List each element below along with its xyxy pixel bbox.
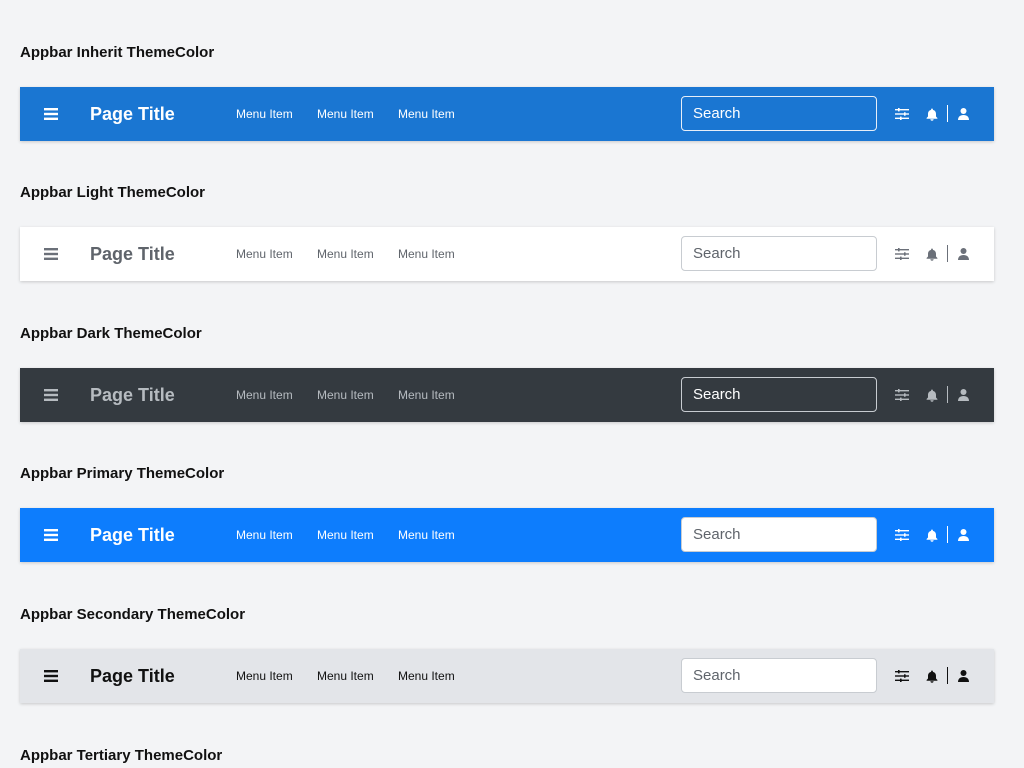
user-icon[interactable]: [954, 245, 972, 263]
menu-item-1[interactable]: Menu Item: [236, 649, 293, 703]
hamburger-menu-icon[interactable]: [40, 383, 62, 407]
user-icon[interactable]: [954, 386, 972, 404]
section-heading-inherit: Appbar Inherit ThemeColor: [20, 44, 215, 61]
toolbar-divider: [947, 245, 948, 262]
page-title: Page Title: [90, 525, 175, 545]
user-icon[interactable]: [954, 105, 972, 123]
appbar-primary: Page Title Menu Item Menu Item Menu Item: [20, 508, 994, 562]
section-heading-secondary: Appbar Secondary ThemeColor: [20, 606, 246, 623]
menu-item-3[interactable]: Menu Item: [398, 87, 455, 141]
toolbar-divider: [947, 105, 948, 122]
menu-item-1[interactable]: Menu Item: [236, 87, 293, 141]
sliders-filter-icon[interactable]: [893, 386, 911, 404]
search-input[interactable]: [681, 517, 877, 552]
menu-item-3[interactable]: Menu Item: [398, 227, 455, 281]
menu-item-1[interactable]: Menu Item: [236, 508, 293, 562]
sliders-filter-icon[interactable]: [893, 526, 911, 544]
hamburger-menu-icon[interactable]: [40, 664, 62, 688]
sliders-filter-icon[interactable]: [893, 667, 911, 685]
hamburger-menu-icon[interactable]: [40, 523, 62, 547]
menu-item-2[interactable]: Menu Item: [317, 649, 374, 703]
page-title: Page Title: [90, 666, 175, 686]
toolbar-divider: [947, 386, 948, 403]
menu-item-1[interactable]: Menu Item: [236, 227, 293, 281]
user-icon[interactable]: [954, 667, 972, 685]
page-title: Page Title: [90, 244, 175, 264]
page-title: Page Title: [90, 104, 175, 124]
toolbar-divider: [947, 526, 948, 543]
hamburger-menu-icon[interactable]: [40, 102, 62, 126]
toolbar-divider: [947, 667, 948, 684]
menu-item-3[interactable]: Menu Item: [398, 368, 455, 422]
menu-item-2[interactable]: Menu Item: [317, 87, 374, 141]
search-input[interactable]: [681, 236, 877, 271]
bell-icon[interactable]: [923, 105, 941, 123]
search-input[interactable]: [681, 96, 877, 131]
menu-item-1[interactable]: Menu Item: [236, 368, 293, 422]
hamburger-menu-icon[interactable]: [40, 242, 62, 266]
section-heading-light: Appbar Light ThemeColor: [20, 184, 205, 201]
section-heading-dark: Appbar Dark ThemeColor: [20, 325, 202, 342]
sliders-filter-icon[interactable]: [893, 105, 911, 123]
menu-item-3[interactable]: Menu Item: [398, 649, 455, 703]
bell-icon[interactable]: [923, 245, 941, 263]
bell-icon[interactable]: [923, 386, 941, 404]
user-icon[interactable]: [954, 526, 972, 544]
appbar-inherit: Page Title Menu Item Menu Item Menu Item: [20, 87, 994, 141]
appbar-dark: Page Title Menu Item Menu Item Menu Item: [20, 368, 994, 422]
section-heading-primary: Appbar Primary ThemeColor: [20, 465, 225, 482]
search-input[interactable]: [681, 377, 877, 412]
page-title: Page Title: [90, 385, 175, 405]
menu-item-3[interactable]: Menu Item: [398, 508, 455, 562]
appbar-secondary: Page Title Menu Item Menu Item Menu Item: [20, 649, 994, 703]
search-input[interactable]: [681, 658, 877, 693]
section-heading-tertiary: Appbar Tertiary ThemeColor: [20, 747, 223, 764]
bell-icon[interactable]: [923, 667, 941, 685]
sliders-filter-icon[interactable]: [893, 245, 911, 263]
menu-item-2[interactable]: Menu Item: [317, 227, 374, 281]
menu-item-2[interactable]: Menu Item: [317, 508, 374, 562]
menu-item-2[interactable]: Menu Item: [317, 368, 374, 422]
bell-icon[interactable]: [923, 526, 941, 544]
appbar-light: Page Title Menu Item Menu Item Menu Item: [20, 227, 994, 281]
